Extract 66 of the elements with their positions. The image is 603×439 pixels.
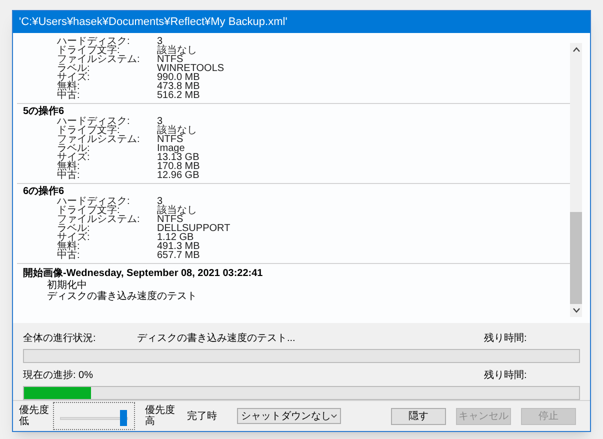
property-label: ドライブ文字: — [57, 126, 120, 135]
chevron-down-icon — [331, 414, 337, 418]
priority-high-label: 高 — [145, 416, 156, 427]
property-label: ファイルシステム: — [57, 55, 141, 64]
scrollbar[interactable] — [570, 43, 582, 317]
property-value: NTFS — [157, 55, 184, 64]
property-value: WINRETOOLS — [157, 64, 224, 73]
property-label: ラベル: — [57, 144, 91, 153]
section-heading: 5の操作6 — [22, 107, 66, 116]
property-value: 3 — [157, 197, 163, 206]
property-value: NTFS — [157, 215, 184, 224]
priority-low-label: 優先度 — [19, 405, 50, 416]
property-label: ドライブ文字: — [57, 46, 120, 55]
property-value: Image — [157, 144, 185, 153]
property-value: 1.12 GB — [157, 233, 194, 242]
property-value: NTFS — [157, 135, 184, 144]
property-value: 13.13 GB — [157, 153, 200, 162]
property-label: 無料: — [57, 82, 81, 91]
property-label: サイズ: — [57, 153, 91, 162]
scroll-up-icon[interactable] — [572, 47, 580, 52]
remaining-time-label: 残り時間: — [484, 368, 528, 383]
property-label: ハードディスク: — [57, 197, 131, 206]
property-label: 中古: — [57, 171, 81, 180]
progress-status: ディスクの書き込み速度のテスト... — [137, 332, 296, 346]
property-label: ラベル: — [57, 64, 91, 73]
property-value: 12.96 GB — [157, 171, 200, 180]
property-label: ドライブ文字: — [57, 206, 120, 215]
log-line: ディスクの書き込み速度のテスト — [47, 291, 198, 302]
property-label: 中古: — [57, 91, 81, 100]
property-value: 473.8 MB — [157, 82, 200, 91]
shutdown-dropdown[interactable]: シャットダウンなし — [237, 408, 341, 424]
property-value: 3 — [157, 117, 163, 126]
property-value: 該当なし — [157, 46, 197, 55]
property-value: 990.0 MB — [157, 73, 200, 82]
property-label: サイズ: — [57, 233, 91, 242]
property-value: 3 — [157, 37, 163, 46]
scrollbar-thumb[interactable] — [570, 212, 582, 304]
property-value: 該当なし — [157, 206, 197, 215]
window-title: 'C:¥Users¥hasek¥Documents¥Reflect¥My Backup.xml' — [13, 11, 590, 33]
property-value: 該当なし — [157, 126, 197, 135]
on-complete-label: 完了時 — [187, 410, 218, 422]
property-value: 657.7 MB — [157, 251, 200, 260]
scroll-down-icon[interactable] — [572, 308, 580, 313]
priority-slider[interactable] — [53, 402, 135, 430]
property-label: ファイルシステム: — [57, 135, 141, 144]
property-label: 中古: — [57, 251, 81, 260]
property-label: サイズ: — [57, 73, 91, 82]
remaining-time-label: 残り時間: — [484, 332, 528, 346]
log-line: 初期化中 — [47, 280, 88, 291]
section-heading: 開始画像-Wednesday, September 08, 2021 03:22:41 — [22, 268, 264, 279]
property-value: 516.2 MB — [157, 91, 200, 100]
property-value: 170.8 MB — [157, 162, 200, 171]
property-value: 491.3 MB — [157, 242, 200, 251]
dialog-button[interactable]: 隠す — [391, 408, 446, 424]
section-heading: 6の操作6 — [22, 187, 66, 196]
property-value: DELLSUPPORT — [157, 224, 230, 233]
priority-high-label: 優先度 — [145, 405, 176, 416]
progress-label: 全体の進行状況: — [23, 332, 97, 346]
property-label: ファイルシステム: — [57, 215, 141, 224]
property-label: 無料: — [57, 242, 81, 251]
property-label: ハードディスク: — [57, 117, 131, 126]
slider-thumb[interactable] — [120, 410, 127, 426]
priority-low-label: 低 — [19, 416, 30, 427]
progress-label: 現在の進捗: 0% — [23, 368, 94, 383]
property-label: ラベル: — [57, 224, 91, 233]
property-label: 無料: — [57, 162, 81, 171]
